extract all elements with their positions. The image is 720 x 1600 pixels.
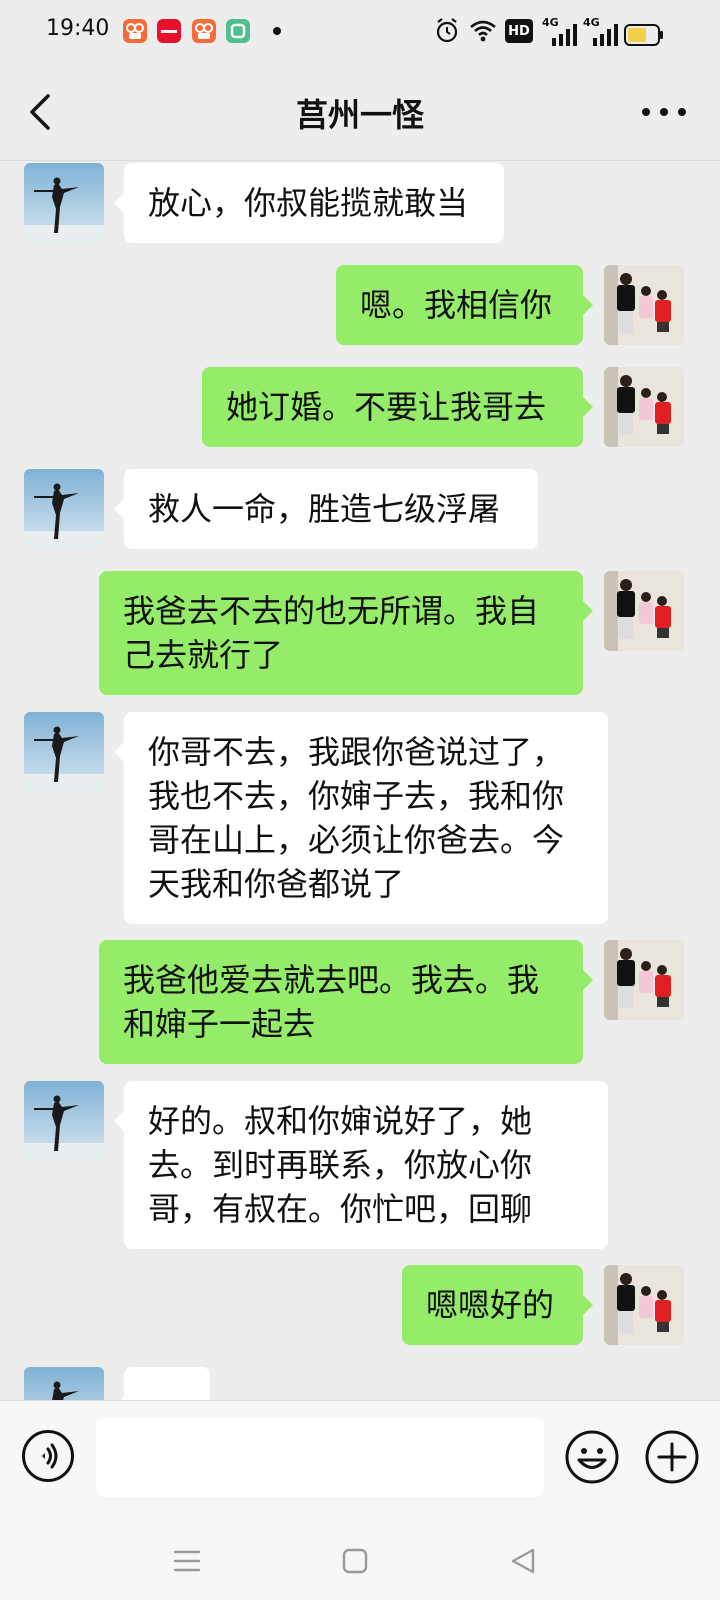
message-bubble-outgoing[interactable]: 她订婚。不要让我哥去 [202,367,593,447]
wifi-icon [470,20,496,42]
message-bubble-incoming[interactable] [114,1367,210,1400]
alarm-icon [436,18,458,43]
app-red-icon [157,19,181,43]
hd-badge: HD [505,19,533,43]
emoji-button[interactable] [564,1429,620,1485]
signal-bars-icon [552,24,577,46]
more-button[interactable] [640,100,688,124]
message-list[interactable]: 放心，你叔能揽就敢当 嗯。我相信你 她订婚。不要让我哥去 救人一命，胜造七级浮屠… [0,161,720,1400]
signal-sim2: 4G [583,16,619,46]
message-bubble-incoming[interactable]: 好的。叔和你婶说好了，她去。到时再联系，你放心你哥，有叔在。你忙吧，回聊 [114,1081,608,1249]
menu-icon[interactable] [172,1546,202,1576]
my-avatar[interactable] [604,367,684,447]
status-time: 19:40 [46,16,110,41]
contact-avatar[interactable] [24,469,104,549]
my-avatar[interactable] [604,940,684,1020]
signal-bars-icon-2 [593,24,618,46]
input-bar [0,1400,720,1517]
my-avatar[interactable] [604,1265,684,1345]
contact-avatar[interactable] [24,1081,104,1161]
signal-sim1: 4G [542,16,578,46]
message-bubble-incoming[interactable]: 救人一命，胜造七级浮屠 [114,469,538,549]
kuaishou-icon [123,19,147,43]
contact-avatar[interactable] [24,163,104,243]
kuaishou-icon-2 [192,19,216,43]
chat-header: 莒州一怪 [0,64,720,161]
my-avatar[interactable] [604,571,684,651]
message-bubble-outgoing[interactable]: 我爸去不去的也无所谓。我自己去就行了 [99,571,593,695]
voice-button[interactable] [21,1429,75,1483]
system-navigation-bar [0,1516,720,1600]
plus-button[interactable] [644,1429,700,1485]
battery-icon [624,24,663,46]
contact-avatar[interactable] [24,1367,104,1400]
contact-avatar[interactable] [24,712,104,792]
hd-label: HD [508,23,530,39]
message-bubble-outgoing[interactable]: 嗯嗯好的 [402,1265,593,1345]
back-nav-icon[interactable] [508,1546,538,1576]
my-avatar[interactable] [604,265,684,345]
notification-dot [273,27,281,35]
home-icon[interactable] [340,1546,370,1576]
chat-title: 莒州一怪 [295,96,424,134]
message-input[interactable] [96,1417,544,1497]
app-green-icon [226,19,250,43]
message-bubble-incoming[interactable]: 你哥不去，我跟你爸说过了，我也不去，你婶子去，我和你哥在山上，必须让你爸去。今天… [114,712,608,924]
status-bar: 19:40 HD 4G 4G [0,0,720,64]
message-bubble-outgoing[interactable]: 嗯。我相信你 [336,265,593,345]
message-bubble-outgoing[interactable]: 我爸他爱去就去吧。我去。我和婶子一起去 [99,940,593,1064]
back-button[interactable] [22,88,62,136]
message-bubble-incoming[interactable]: 放心，你叔能揽就敢当 [114,163,504,243]
